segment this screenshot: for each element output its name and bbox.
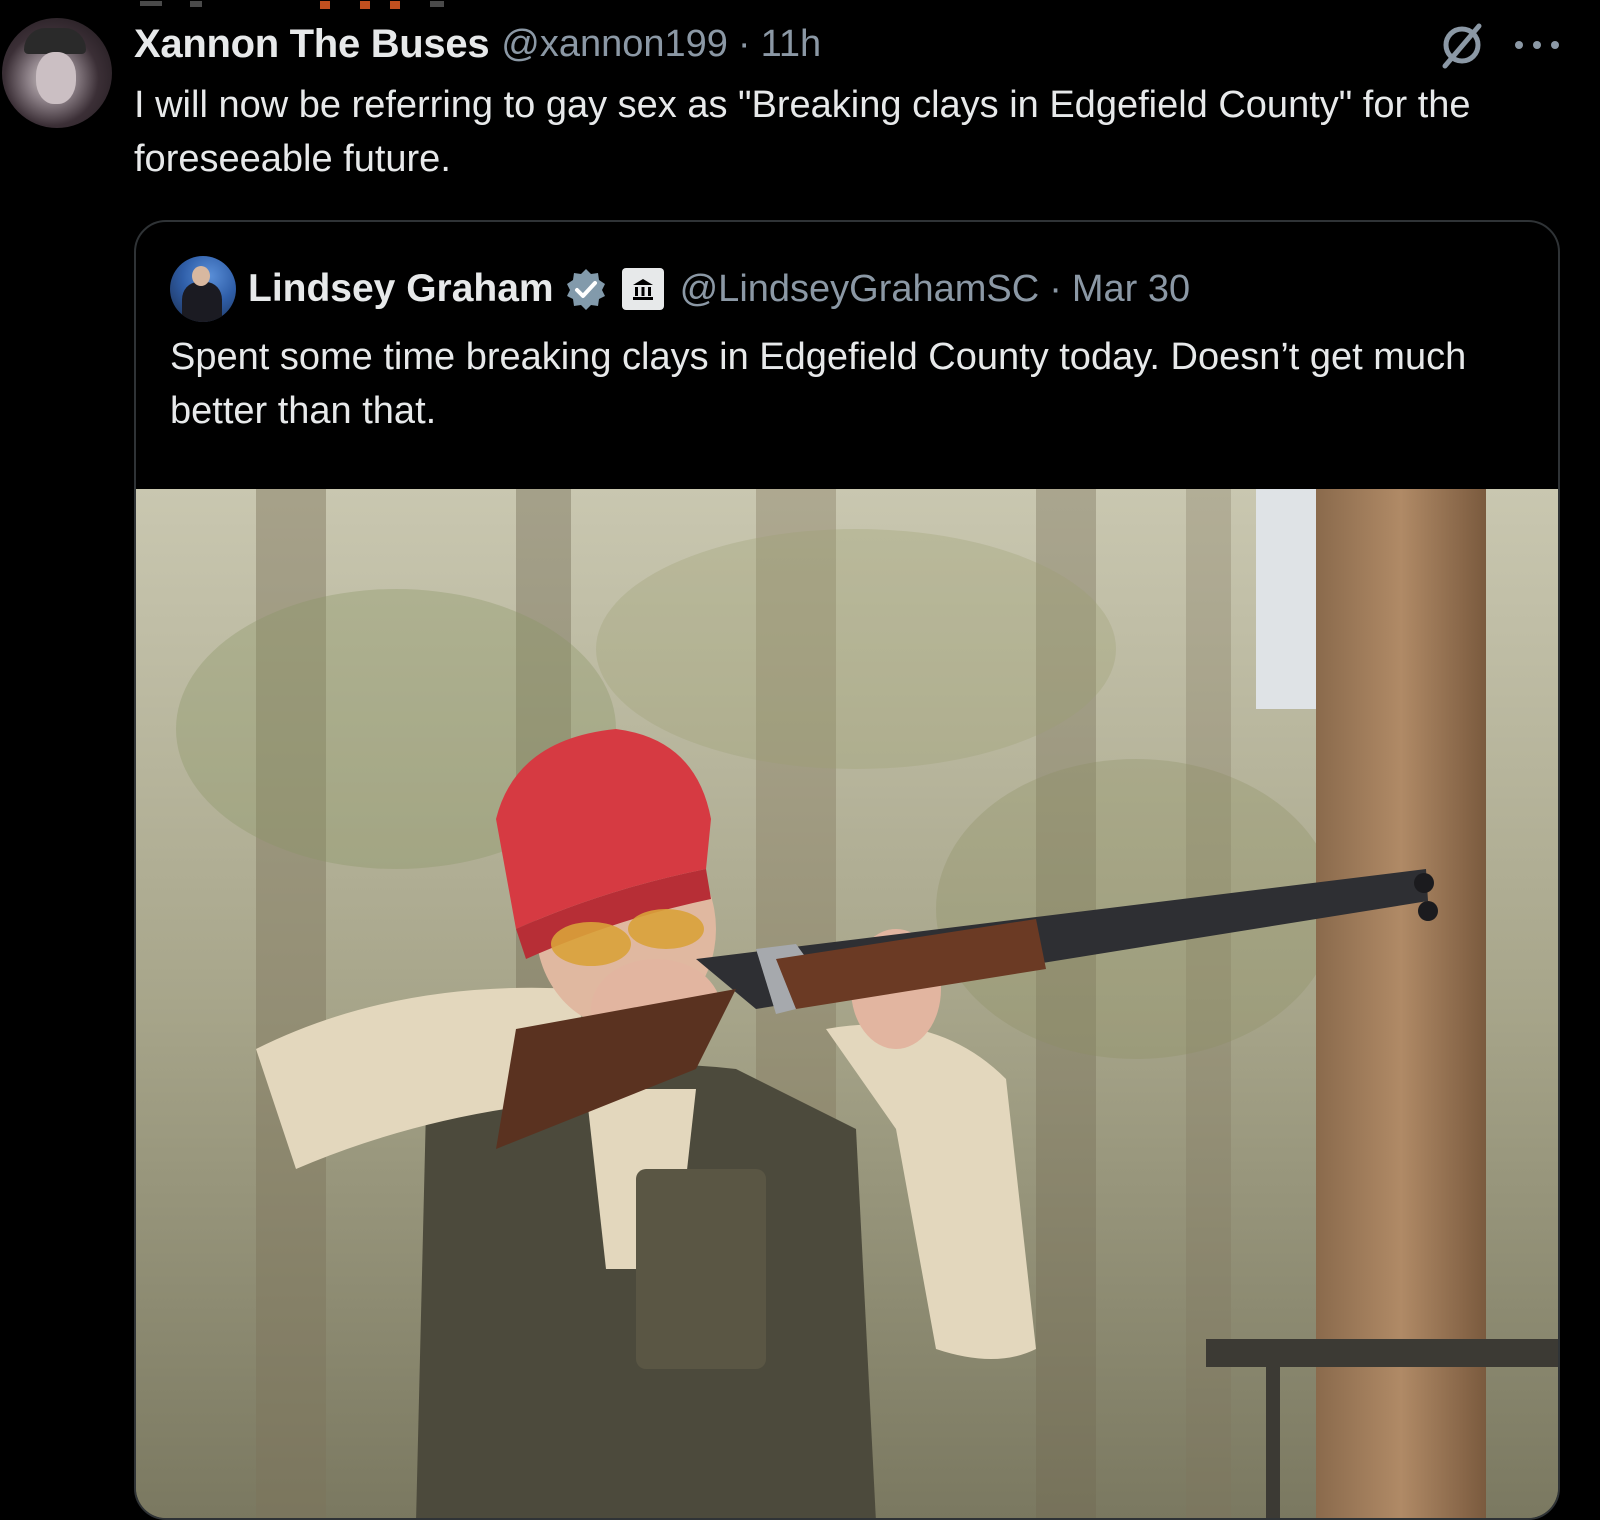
quoted-author-avatar[interactable] (170, 256, 236, 322)
quoted-tweet-header: Lindsey Graham @LindseyGrahamSC · Mar 30 (170, 256, 1190, 322)
grok-icon[interactable] (1437, 20, 1487, 70)
avatar-face-shape (36, 52, 76, 104)
author-avatar[interactable] (2, 18, 112, 128)
avatar-cap-shape (24, 28, 86, 54)
more-dot (1515, 41, 1523, 49)
previous-content-fragment (0, 0, 1600, 12)
verified-badge-icon[interactable] (564, 267, 608, 311)
more-dot (1533, 41, 1541, 49)
quoted-author-handle[interactable]: @LindseyGrahamSC (680, 268, 1040, 311)
tweet-timestamp[interactable]: 11h (761, 23, 822, 66)
separator-dot: · (1049, 267, 1062, 310)
more-options-icon[interactable] (1515, 38, 1559, 52)
tweet-header: Xannon The Buses @xannon199 · 11h (134, 18, 821, 70)
government-building-icon[interactable] (621, 268, 664, 310)
quoted-tweet-photo[interactable] (136, 489, 1558, 1518)
quoted-tweet-timestamp[interactable]: Mar 30 (1072, 268, 1190, 311)
tweet-text: I will now be referring to gay sex as "B… (134, 84, 1471, 180)
quoted-author-name[interactable]: Lindsey Graham (248, 267, 554, 311)
more-dot (1551, 41, 1559, 49)
author-handle[interactable]: @xannon199 (501, 23, 728, 66)
separator-dot: · (737, 22, 751, 65)
avatar-head-shape (192, 266, 210, 286)
quoted-tweet-card[interactable]: Lindsey Graham @LindseyGrahamSC · Mar 30… (134, 220, 1560, 1520)
author-display-name[interactable]: Xannon The Buses (134, 22, 490, 67)
avatar-body-shape (182, 282, 222, 322)
quoted-tweet-text: Spent some time breaking clays in Edgefi… (170, 336, 1467, 432)
